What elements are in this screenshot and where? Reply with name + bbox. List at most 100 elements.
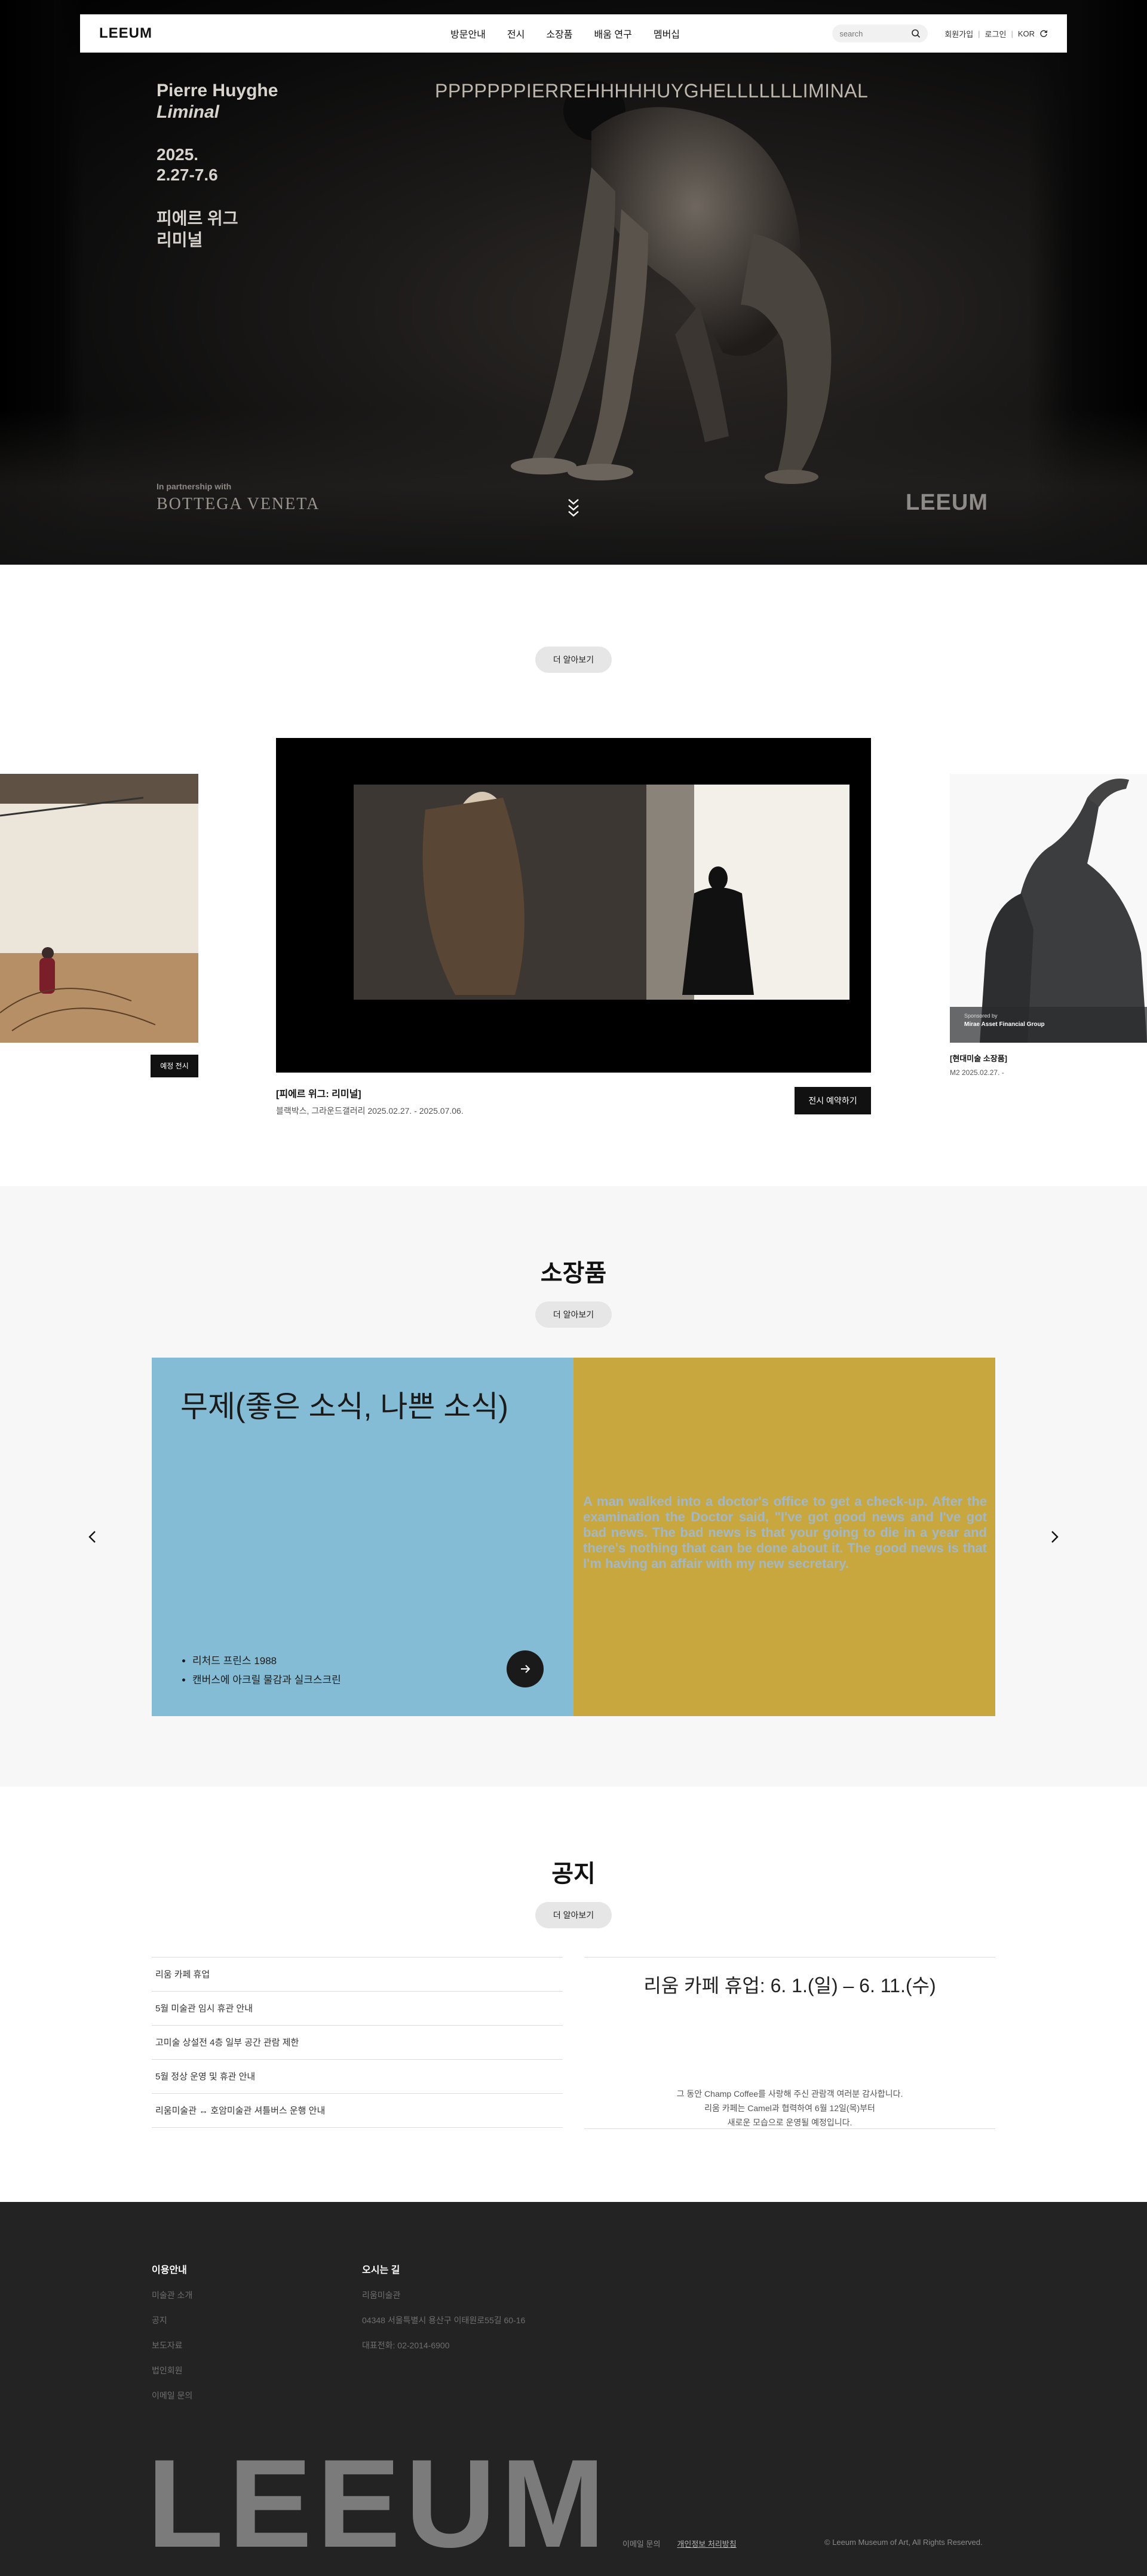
sponsor-tag: Sponsored by [964, 1013, 998, 1019]
sponsor-name: Mirae Asset Financial Group [964, 1021, 1045, 1028]
partner-label: In partnership with [157, 482, 232, 491]
artwork-details: 리처드 프린스 1988 캔버스에 아크릴 물감과 실크스크린 [192, 1652, 341, 1690]
liminal-still-image [276, 738, 871, 1073]
hero-corner-logo: LEEUM [906, 490, 988, 515]
login-link[interactable]: 로그인 [985, 28, 1007, 39]
menu-learning[interactable]: 배움 연구 [594, 26, 632, 41]
util-separator: | [1011, 29, 1013, 38]
notice-item[interactable]: 5월 정상 운영 및 휴관 안내 [152, 2060, 563, 2094]
menu-collection[interactable]: 소장품 [546, 26, 572, 41]
hero-title-block: Pierre Huyghe Liminal 2025. 2.27-7.6 피에르… [157, 80, 278, 251]
exhibition-more-button[interactable]: 더 알아보기 [535, 647, 612, 673]
site-logo[interactable]: LEEUM [99, 25, 152, 42]
hero-banner: LEEUM 방문안내 전시 소장품 배움 연구 멤버십 회원가입 | 로그인 |… [0, 0, 1147, 565]
collection-card-info: 무제(좋은 소식, 나쁜 소식) 리처드 프린스 1988 캔버스에 아크릴 물… [152, 1358, 574, 1716]
main-slide-subtitle: 블랙박스, 그라운드갤러리 2025.02.27. - 2025.07.06. [276, 1106, 464, 1116]
search-box [832, 24, 928, 42]
footer-address: 04348 서울특별시 용산구 이태원로55길 60-16 [362, 2315, 526, 2325]
top-navigation: LEEUM 방문안내 전시 소장품 배움 연구 멤버십 회원가입 | 로그인 |… [80, 14, 1067, 53]
menu-visit[interactable]: 방문안내 [450, 26, 486, 41]
artwork-detail-button[interactable] [507, 1650, 544, 1687]
notice-detail-line: 새로운 모습으로 운영될 예정입니다. [727, 2118, 852, 2127]
footer-museum-name: 리움미술관 [362, 2290, 401, 2300]
notice-detail-line: 그 동안 Champ Coffee를 사랑해 주신 관람객 여러분 감사합니다. [676, 2089, 903, 2099]
notice-more-button[interactable]: 더 알아보기 [535, 1902, 612, 1928]
next-slide-subtitle: M2 2025.02.27. - [950, 1068, 1004, 1077]
collection-card-artwork: A man walked into a doctor's office to g… [574, 1358, 995, 1716]
hero-partner: In partnership with BOTTEGA VENETA [157, 482, 320, 514]
arrow-right-icon [521, 1665, 530, 1673]
footer-logo: LEEUM [147, 2433, 610, 2574]
footer-link-corporate[interactable]: 법인회원 [152, 2364, 192, 2376]
artwork-artist-year: 리처드 프린스 1988 [192, 1652, 341, 1671]
footer-info-column: 이용안내 미술관 소개 공지 보도자료 법인회원 이메일 문의 [152, 2262, 192, 2402]
footer-location-heading: 오시는 길 [362, 2265, 400, 2275]
main-slide-title[interactable]: [피에르 위그: 리미널] [276, 1086, 464, 1100]
notice-title: 공지 [551, 1861, 596, 1887]
copyright: © Leeum Museum of Art, All Rights Reserv… [824, 2538, 983, 2547]
search-input[interactable] [839, 29, 906, 38]
hero-title-en: Liminal [157, 102, 220, 122]
upcoming-exhibition-button[interactable]: 예정 전시 [151, 1055, 198, 1077]
collection-title: 소장품 [540, 1260, 607, 1287]
book-exhibition-button[interactable]: 전시 예약하기 [795, 1087, 871, 1114]
main-slide-caption: [피에르 위그: 리미널] 블랙박스, 그라운드갤러리 2025.02.27. … [276, 1086, 464, 1117]
exhibition-slide-main-image[interactable] [276, 738, 871, 1073]
footer-link-notice[interactable]: 공지 [152, 2314, 192, 2326]
main-menu: 방문안내 전시 소장품 배움 연구 멤버십 [450, 26, 680, 41]
collection-section: 소장품 더 알아보기 무제(좋은 소식, 나쁜 소식) 리처드 프린스 1988… [0, 1186, 1147, 1787]
hero-date-year: 2025. [157, 145, 199, 164]
hero-title-ko-1: 피에르 위그 [157, 209, 238, 228]
notice-detail-body: 그 동안 Champ Coffee를 사랑해 주신 관람객 여러분 감사합니다.… [584, 2087, 995, 2130]
footer-link-press[interactable]: 보도자료 [152, 2339, 192, 2351]
footer-email-link[interactable]: 이메일 문의 [622, 2538, 660, 2549]
exhibition-slide-prev-image[interactable] [0, 774, 198, 1043]
util-separator: | [978, 29, 980, 38]
notice-section: 공지 더 알아보기 리움 카페 휴업 5월 미술관 임시 휴관 안내 고미술 상… [0, 1787, 1147, 2202]
notice-item[interactable]: 리움 카페 휴업 [152, 1958, 563, 1992]
footer-location-column: 오시는 길 리움미술관 04348 서울특별시 용산구 이태원로55길 60-1… [362, 2262, 525, 2351]
menu-membership[interactable]: 멤버십 [654, 26, 680, 41]
signup-link[interactable]: 회원가입 [944, 28, 973, 39]
notice-detail-title[interactable]: 리움 카페 휴업: 6. 1.(일) – 6. 11.(수) [584, 1971, 995, 1998]
footer-link-about[interactable]: 미술관 소개 [152, 2289, 192, 2301]
collection-more-button[interactable]: 더 알아보기 [535, 1301, 612, 1328]
hero-artist: Pierre Huyghe [157, 81, 278, 100]
util-links: 회원가입 | 로그인 | KOR [944, 28, 1048, 39]
next-slide-caption: [현대미술 소장품] M2 2025.02.27. - [950, 1052, 1007, 1077]
footer-info-heading: 이용안내 [152, 2265, 187, 2275]
menu-exhibition[interactable]: 전시 [507, 26, 525, 41]
exhibition-section: 전시 더 알아보기 예정 전시 [피에르 위그: 리미널] 블랙박스 [0, 565, 1147, 1300]
notice-list: 리움 카페 휴업 5월 미술관 임시 휴관 안내 고미술 상설전 4층 일부 공… [152, 1957, 563, 2128]
notice-item[interactable]: 리움미술관 ↔ 호암미술관 셔틀버스 운행 안내 [152, 2094, 563, 2128]
refresh-icon[interactable] [1039, 29, 1048, 38]
search-icon[interactable] [911, 29, 921, 38]
collection-card: 무제(좋은 소식, 나쁜 소식) 리처드 프린스 1988 캔버스에 아크릴 물… [152, 1358, 995, 1716]
next-slide-title[interactable]: [현대미술 소장품] [950, 1052, 1007, 1064]
privacy-policy-link[interactable]: 개인정보 처리방침 [677, 2538, 736, 2549]
hero-figure-image [511, 81, 832, 484]
artwork-medium: 캔버스에 아크릴 물감과 실크스크린 [192, 1671, 341, 1690]
sculpture-image: Sponsored by Mirae Asset Financial Group [950, 774, 1147, 1043]
footer-phone: 대표전화: 02-2014-6900 [362, 2341, 450, 2350]
hero-date-range: 2.27-7.6 [157, 166, 218, 184]
notice-item[interactable]: 고미술 상설전 4층 일부 공간 관람 제한 [152, 2026, 563, 2060]
artwork-quote-text: A man walked into a doctor's office to g… [583, 1494, 987, 1571]
notice-detail: 리움 카페 휴업: 6. 1.(일) – 6. 11.(수) 그 동안 Cham… [584, 1957, 995, 2129]
chevron-right-icon[interactable] [1045, 1528, 1063, 1546]
language-toggle[interactable]: KOR [1018, 29, 1035, 38]
notice-item[interactable]: 5월 미술관 임시 휴관 안내 [152, 1992, 563, 2026]
exhibition-slide-next-image[interactable]: Sponsored by Mirae Asset Financial Group [950, 774, 1147, 1043]
partner-brand: BOTTEGA VENETA [157, 495, 320, 513]
artwork-title: 무제(좋은 소식, 나쁜 소식) [180, 1390, 508, 1423]
scroll-down-icon[interactable] [564, 496, 583, 520]
hero-marquee-text: PPPPPPPIERREHHHHHUYGHELLLLLLLIMINAL [435, 80, 869, 102]
nav-utilities: 회원가입 | 로그인 | KOR [832, 24, 1048, 42]
hero-title-ko-2: 리미널 [157, 231, 203, 249]
notice-detail-line: 리움 카페는 Camel과 협력하여 6월 12일(목)부터 [704, 2103, 875, 2113]
site-footer: 이용안내 미술관 소개 공지 보도자료 법인회원 이메일 문의 오시는 길 리움… [0, 2202, 1147, 2576]
gallery-room-image [0, 774, 198, 1043]
footer-link-email[interactable]: 이메일 문의 [152, 2390, 192, 2402]
footer-bottom-links: 이메일 문의 개인정보 처리방침 [622, 2538, 737, 2549]
chevron-left-icon[interactable] [84, 1528, 102, 1546]
